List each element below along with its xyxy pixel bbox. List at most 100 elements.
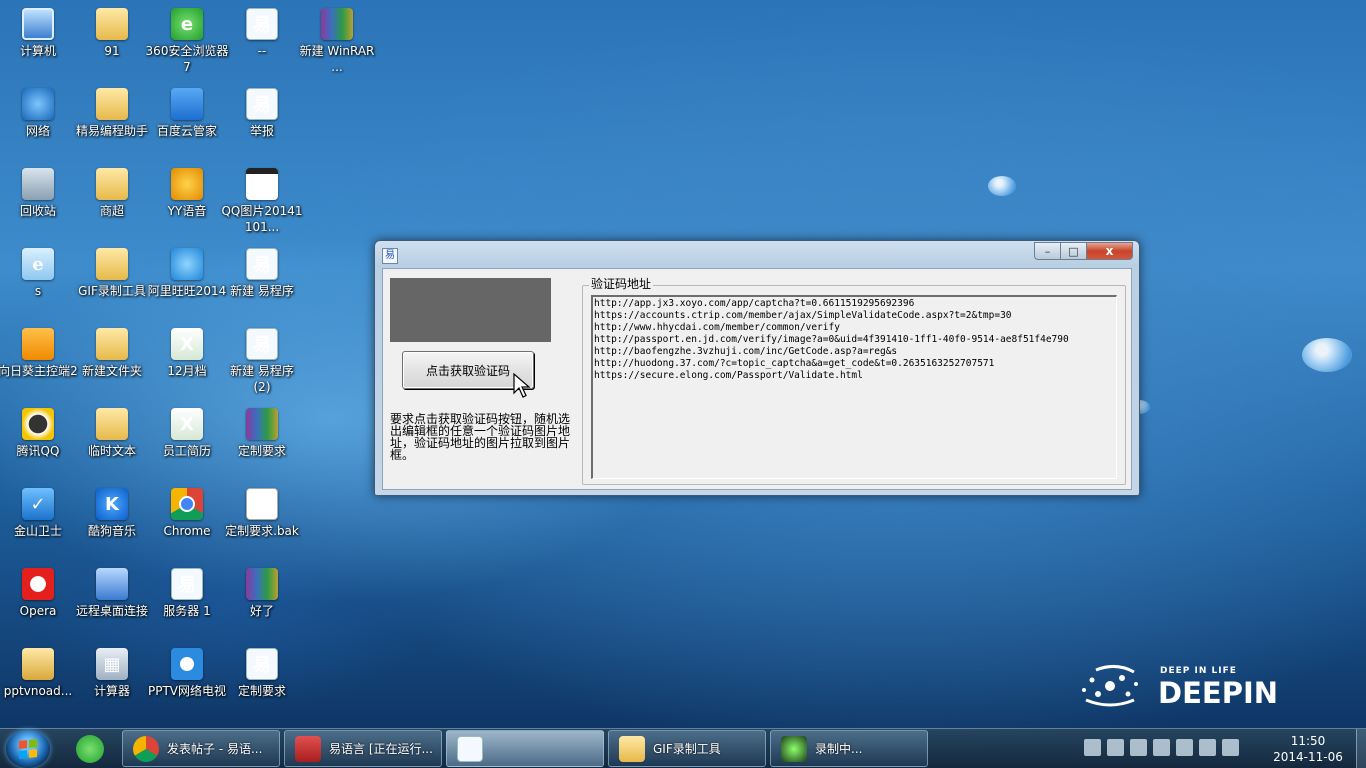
- desktop-icon-qq-image[interactable]: QQ图片20141101...: [221, 162, 303, 240]
- desktop-icon-new-program-2[interactable]: 易新建 易程序 (2): [224, 322, 300, 400]
- winrar-icon: [246, 408, 278, 440]
- desktop-icon-label: 计算机: [19, 44, 56, 58]
- desktop-icon-label: 酷狗音乐: [87, 524, 136, 538]
- show-desktop-button[interactable]: [1356, 729, 1366, 768]
- desktop-icon-network[interactable]: 网络: [0, 82, 76, 160]
- desktop-icon-calculator[interactable]: ▦ 计算器: [74, 642, 150, 720]
- taskbar-task-recorder[interactable]: 录制中...: [770, 730, 928, 767]
- desktop-icon-label: 定制要求: [237, 444, 286, 458]
- desktop-icon-new-program[interactable]: 易新建 易程序: [224, 242, 300, 320]
- taskbar: 发表帖子 - 易语... 易语言 [正在运行... GIF录制工具 录制中...…: [0, 728, 1366, 768]
- desktop-icon-baidu-cloud[interactable]: 百度云管家: [149, 82, 225, 160]
- desktop-icon-done[interactable]: 好了: [224, 562, 300, 640]
- minimize-button[interactable]: –: [1034, 242, 1061, 260]
- desktop-icon-shangchao[interactable]: 商超: [74, 162, 150, 240]
- easy-language-icon: 易: [171, 568, 203, 600]
- desktop-icon-yy[interactable]: YY语音: [149, 162, 225, 240]
- close-button[interactable]: x: [1087, 242, 1133, 260]
- desktop-icon-ie[interactable]: es: [0, 242, 76, 320]
- chrome-icon: [171, 488, 203, 520]
- water-drop: [988, 176, 1016, 196]
- desktop-icon-jinshan[interactable]: ✓ 金山卫士: [0, 482, 76, 560]
- desktop-icon-pptvnoad[interactable]: pptvnoad...: [0, 642, 76, 720]
- folder-icon: [96, 328, 128, 360]
- taskbar-task-chrome[interactable]: 发表帖子 - 易语...: [122, 730, 280, 767]
- system-clock[interactable]: 11:50 2014-11-06: [1268, 733, 1348, 765]
- desktop-icon-360-browser[interactable]: e 360安全浏览器7: [146, 2, 228, 80]
- desktop-icon-server-1[interactable]: 易服务器 1: [149, 562, 225, 640]
- taskbar-task-gif-folder[interactable]: GIF录制工具: [608, 730, 766, 767]
- captcha-url-editbox[interactable]: http://app.jx3.xoyo.com/app/captcha?t=0.…: [591, 295, 1117, 479]
- volume-icon[interactable]: [1222, 739, 1239, 756]
- clock-time: 11:50: [1290, 734, 1326, 748]
- desktop-icon-custom-req-ey[interactable]: 易定制要求: [224, 642, 300, 720]
- signal-icon[interactable]: [1199, 739, 1216, 756]
- window-titlebar[interactable]: 易 – □ x: [375, 241, 1139, 267]
- desktop-icon-custom-req-rar[interactable]: 定制要求: [224, 402, 300, 480]
- desktop-icon-remote-desktop[interactable]: 远程桌面连接: [74, 562, 150, 640]
- desktop-icon-dashdash[interactable]: 易 --: [224, 2, 300, 80]
- desktop-icon-temp-text[interactable]: 临时文本: [74, 402, 150, 480]
- desktop-icon-kugou[interactable]: K 酷狗音乐: [74, 482, 150, 560]
- desktop-icon-label: 定制要求: [237, 684, 286, 698]
- water-drop: [1302, 338, 1352, 372]
- desktop-icon-label: 服务器 1: [163, 604, 211, 618]
- taskbar-pinned-360-browser[interactable]: [70, 733, 110, 765]
- desktop-icon-new-winrar[interactable]: 新建 WinRAR ...: [299, 2, 375, 80]
- desktop-icon-resume[interactable]: X 员工简历: [149, 402, 225, 480]
- keyboard-icon[interactable]: [1084, 739, 1101, 756]
- desktop-icon-recycle-bin[interactable]: 回收站: [0, 162, 76, 240]
- 360-browser-icon: [76, 735, 104, 763]
- opera-icon: [22, 568, 54, 600]
- desktop-icon-label: QQ图片20141101...: [221, 204, 303, 234]
- desktop-icon-chrome[interactable]: Chrome: [149, 482, 225, 560]
- windows-logo-icon: [19, 739, 37, 759]
- folder-icon: [96, 8, 128, 40]
- desktop-icon-opera[interactable]: Opera: [0, 562, 76, 640]
- deepin-logo: DEEP IN LIFE DEEPIN: [1076, 656, 1296, 716]
- captcha-url-group: 验证码地址 http://app.jx3.xoyo.com/app/captch…: [582, 277, 1126, 485]
- desktop-icon-aliwangwang[interactable]: 阿里旺旺2014: [148, 242, 226, 320]
- desktop-icon-label: 商超: [99, 204, 124, 218]
- recycle-bin-icon: [22, 168, 54, 200]
- easy-language-icon: 易: [246, 8, 278, 40]
- maximize-button[interactable]: □: [1061, 242, 1087, 260]
- url-line: https://accounts.ctrip.com/member/ajax/S…: [594, 310, 1012, 321]
- system-tray: [1084, 739, 1239, 756]
- start-button[interactable]: [6, 730, 50, 768]
- desktop-icon-label: 回收站: [19, 204, 56, 218]
- sunflower-icon: [22, 328, 54, 360]
- desktop-icon-label: 定制要求.bak: [225, 524, 299, 538]
- pptv-icon: [171, 648, 203, 680]
- desktop-icon-report[interactable]: 易举报: [224, 82, 300, 160]
- monitor-icon[interactable]: [1130, 739, 1147, 756]
- desktop-icon-computer[interactable]: 计算机: [0, 2, 76, 80]
- desktop-icon-qq[interactable]: 腾讯QQ: [0, 402, 76, 480]
- desktop-icon-dec-file[interactable]: X 12月档: [149, 322, 225, 400]
- desktop-icon-pptv[interactable]: PPTV网络电视: [148, 642, 226, 720]
- desktop-icon-label: 新建 易程序 (2): [230, 364, 294, 394]
- desktop-icon-label: 远程桌面连接: [75, 604, 148, 618]
- desktop-icon-label: 91: [104, 44, 120, 58]
- desktop-icon-label: 12月档: [167, 364, 207, 378]
- desktop-icon-new-folder[interactable]: 新建文件夹: [74, 322, 150, 400]
- file-icon: [246, 488, 278, 520]
- desktop-icon-jingyi[interactable]: 精易编程助手: [74, 82, 150, 160]
- desktop-icon-label: pptvnoad...: [3, 684, 73, 698]
- desktop-icon-label: 精易编程助手: [75, 124, 148, 138]
- desktop-icon-91[interactable]: 91: [74, 2, 150, 80]
- excel-icon: X: [171, 408, 203, 440]
- nvidia-icon[interactable]: [1107, 739, 1124, 756]
- window-icon[interactable]: [1153, 739, 1170, 756]
- desktop-icon-label: 新建文件夹: [81, 364, 142, 378]
- desktop-icon-sunflower[interactable]: 向日葵主控端2: [0, 322, 78, 400]
- taskbar-task-captcha-app[interactable]: [446, 730, 604, 767]
- desktop-icon-custom-req-bak[interactable]: 定制要求.bak: [224, 482, 300, 560]
- clipboard-icon[interactable]: [1176, 739, 1193, 756]
- desktop-icon-label: 好了: [249, 604, 274, 618]
- desktop-icon-gif-tool[interactable]: GIF录制工具: [74, 242, 150, 320]
- window-client-area: 点击获取验证码 要求点击获取验证码按钮，随机选出编辑框的任意一个验证码图片地址，…: [382, 268, 1132, 490]
- desktop-icon-label: 阿里旺旺2014: [147, 284, 227, 298]
- desktop-icon-label: 举报: [249, 124, 274, 138]
- taskbar-task-easy-language[interactable]: 易语言 [正在运行...: [284, 730, 442, 767]
